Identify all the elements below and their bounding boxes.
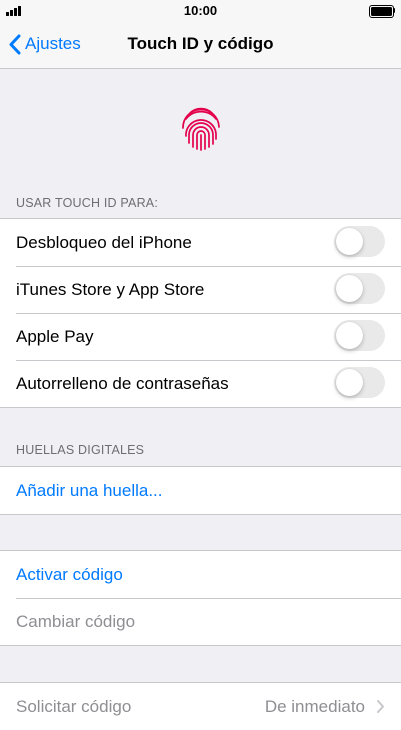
touch-id-apple-pay-toggle[interactable] <box>334 320 385 351</box>
touch-id-autofill-toggle[interactable] <box>334 367 385 398</box>
add-fingerprint-button[interactable]: Añadir una huella... <box>0 467 401 514</box>
fingerprint-icon <box>181 107 220 151</box>
add-fingerprint-label: Añadir una huella... <box>16 480 163 500</box>
require-passcode-group: Solicitar código De inmediato <box>0 682 401 730</box>
activate-passcode-button[interactable]: Activar código <box>0 551 401 598</box>
fingerprints-group: Añadir una huella... <box>0 466 401 515</box>
change-passcode-label: Cambiar código <box>16 611 136 631</box>
require-passcode-value: De inmediato <box>264 697 365 716</box>
activate-passcode-label: Activar código <box>16 564 123 584</box>
change-passcode-button: Cambiar código <box>0 598 401 645</box>
touch-id-unlock-row: Desbloqueo del iPhone <box>0 219 401 266</box>
page-title: Touch ID y código <box>127 34 274 53</box>
chevron-right-icon <box>377 700 384 713</box>
fingerprints-section-header: HUELLAS DIGITALES <box>16 443 145 457</box>
touch-id-group: Desbloqueo del iPhone iTunes Store y App… <box>0 218 401 408</box>
touch-id-apple-pay-row: Apple Pay <box>0 313 401 360</box>
battery-icon <box>369 5 395 18</box>
touch-id-store-toggle[interactable] <box>334 273 385 304</box>
status-time: 10:00 <box>183 3 218 18</box>
touch-id-autofill-row: Autorrelleno de contraseñas <box>0 360 401 407</box>
navigation-bar: Ajustes Touch ID y código <box>0 20 401 69</box>
require-passcode-row[interactable]: Solicitar código De inmediato <box>0 683 401 730</box>
passcode-group: Activar código Cambiar código <box>0 550 401 646</box>
status-bar: 10:00 <box>0 0 401 20</box>
fingerprint-area <box>0 69 401 189</box>
touch-id-store-row: iTunes Store y App Store <box>0 266 401 313</box>
touch-id-section-header: USAR TOUCH ID PARA: <box>16 196 159 210</box>
touch-id-unlock-toggle[interactable] <box>334 226 385 257</box>
